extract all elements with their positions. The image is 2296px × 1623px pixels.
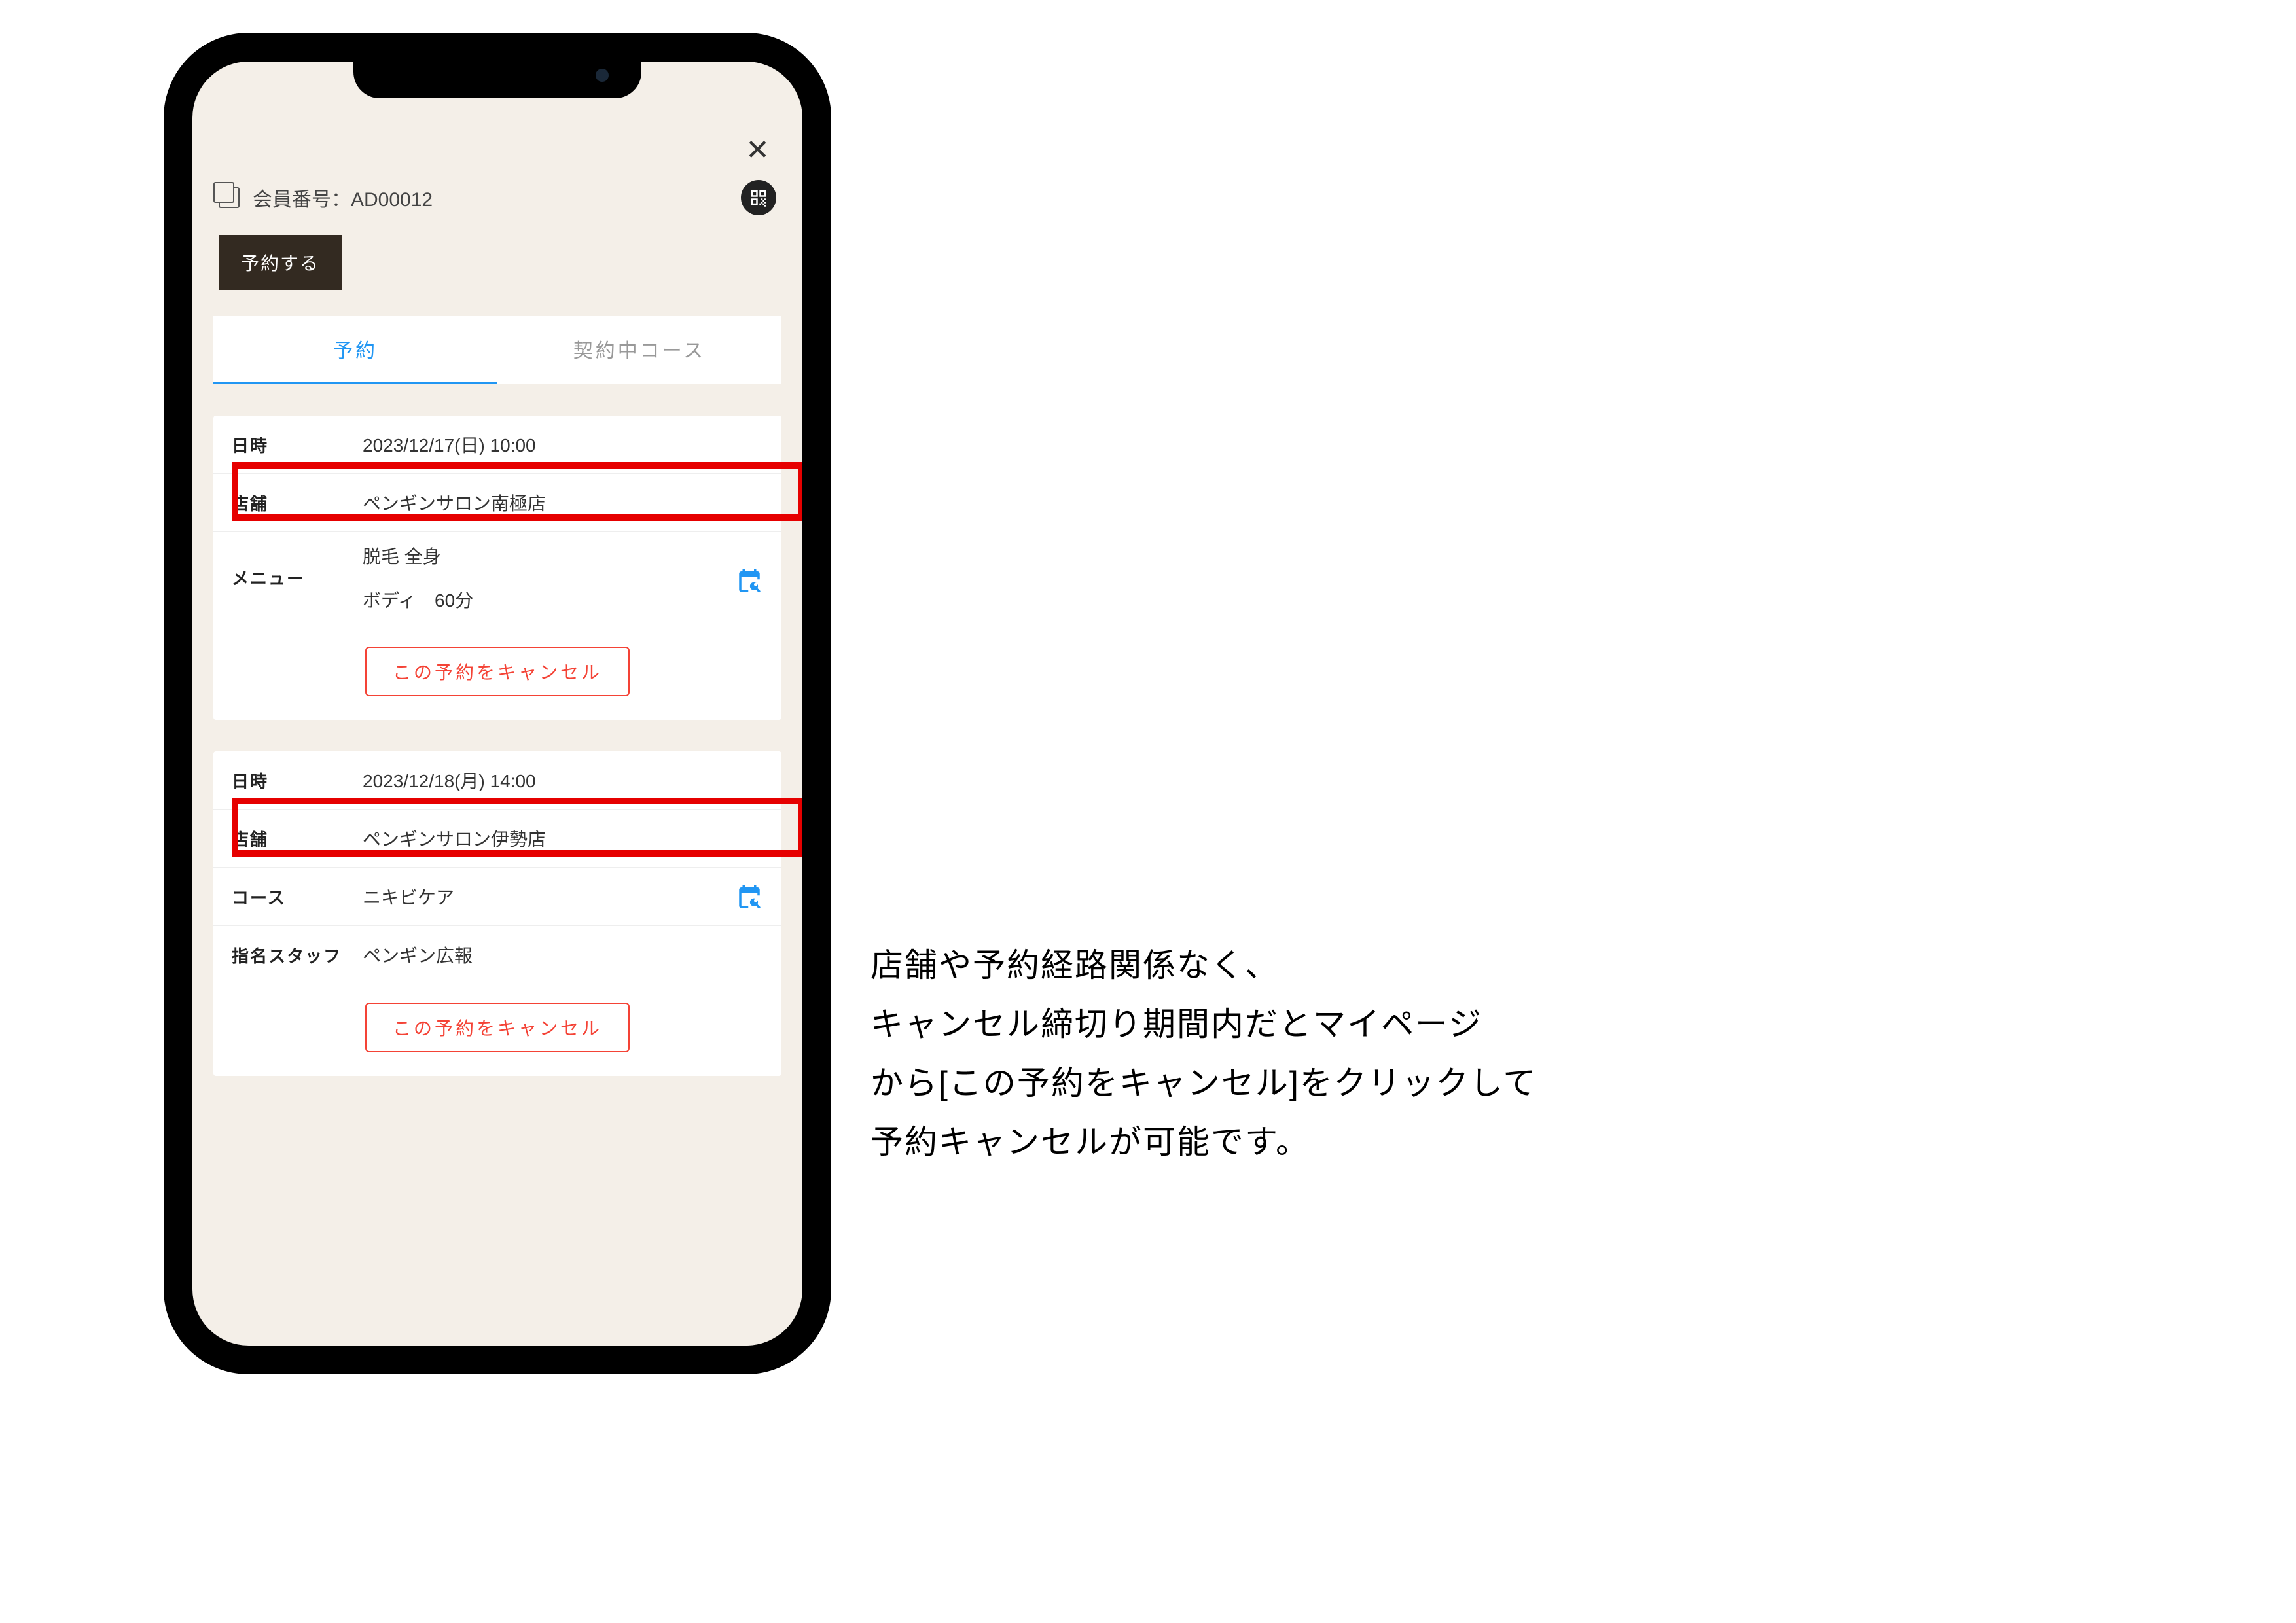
row-datetime: 日時 2023/12/17(日) 10:00 xyxy=(213,416,781,474)
explanation-line: から[この予約をキャンセル]をクリックして xyxy=(870,1054,1537,1113)
member-number-label: 会員番号：AD00012 xyxy=(253,183,730,212)
calendar-search-icon[interactable] xyxy=(736,567,763,594)
label-store: 店舗 xyxy=(232,827,363,851)
label-menu: メニュー xyxy=(232,565,363,590)
calendar-search-icon[interactable] xyxy=(736,883,763,910)
phone-notch xyxy=(353,52,641,98)
label-staff: 指名スタッフ xyxy=(232,943,363,967)
label-datetime: 日時 xyxy=(232,768,363,793)
explanation-text: 店舗や予約経路関係なく、 キャンセル締切り期間内だとマイページ から[この予約を… xyxy=(870,936,1537,1171)
menu-line: 脱毛 全身 xyxy=(363,543,763,577)
tabs: 予約 契約中コース xyxy=(213,316,781,384)
label-store: 店舗 xyxy=(232,491,363,515)
row-staff: 指名スタッフ ペンギン広報 xyxy=(213,926,781,984)
explanation-line: キャンセル締切り期間内だとマイページ xyxy=(870,995,1537,1054)
screen-content: ✕ 会員番号：AD00012 予約する 予約 契約中コース xyxy=(192,62,802,1346)
cancel-wrap: この予約をキャンセル xyxy=(213,628,781,720)
row-datetime: 日時 2023/12/18(月) 14:00 xyxy=(213,751,781,810)
tab-contracted-courses[interactable]: 契約中コース xyxy=(497,316,781,384)
label-datetime: 日時 xyxy=(232,433,363,457)
value-course: ニキビケア xyxy=(363,883,763,910)
value-store: ペンギンサロン南極店 xyxy=(363,490,763,516)
value-datetime: 2023/12/17(日) 10:00 xyxy=(363,431,763,457)
menu-values: 脱毛 全身 ボディ 60分 xyxy=(363,543,763,613)
value-datetime: 2023/12/18(月) 14:00 xyxy=(363,767,763,793)
value-store: ペンギンサロン伊勢店 xyxy=(363,825,763,851)
phone-mockup: ✕ 会員番号：AD00012 予約する 予約 契約中コース xyxy=(164,33,831,1374)
tab-reservations[interactable]: 予約 xyxy=(213,316,497,384)
phone-screen: ✕ 会員番号：AD00012 予約する 予約 契約中コース xyxy=(192,62,802,1346)
close-icon[interactable]: ✕ xyxy=(745,134,770,167)
menu-line: ボディ 60分 xyxy=(363,586,763,613)
row-store: 店舗 ペンギンサロン伊勢店 xyxy=(213,810,781,868)
explanation-line: 店舗や予約経路関係なく、 xyxy=(870,936,1537,995)
explanation-line: 予約キャンセルが可能です。 xyxy=(870,1113,1537,1171)
slide-container: ✕ 会員番号：AD00012 予約する 予約 契約中コース xyxy=(0,0,2296,1623)
row-course: コース ニキビケア xyxy=(213,868,781,926)
reserve-button[interactable]: 予約する xyxy=(219,235,342,290)
close-row: ✕ xyxy=(192,127,802,180)
reservation-card: 日時 2023/12/18(月) 14:00 店舗 ペンギンサロン伊勢店 コース… xyxy=(213,751,781,1076)
copy-icon[interactable] xyxy=(219,187,240,208)
phone-inner: ✕ 会員番号：AD00012 予約する 予約 契約中コース xyxy=(183,52,812,1355)
cancel-wrap: この予約をキャンセル xyxy=(213,984,781,1076)
cancel-reservation-button[interactable]: この予約をキャンセル xyxy=(365,647,630,696)
reservation-card: 日時 2023/12/17(日) 10:00 店舗 ペンギンサロン南極店 メニュ… xyxy=(213,416,781,720)
value-staff: ペンギン広報 xyxy=(363,942,763,968)
camera-dot xyxy=(596,69,609,82)
label-course: コース xyxy=(232,885,363,909)
row-store: 店舗 ペンギンサロン南極店 xyxy=(213,474,781,532)
qr-icon[interactable] xyxy=(741,180,776,215)
cancel-reservation-button[interactable]: この予約をキャンセル xyxy=(365,1003,630,1052)
member-row: 会員番号：AD00012 xyxy=(192,180,802,235)
row-menu: メニュー 脱毛 全身 ボディ 60分 xyxy=(213,532,781,628)
